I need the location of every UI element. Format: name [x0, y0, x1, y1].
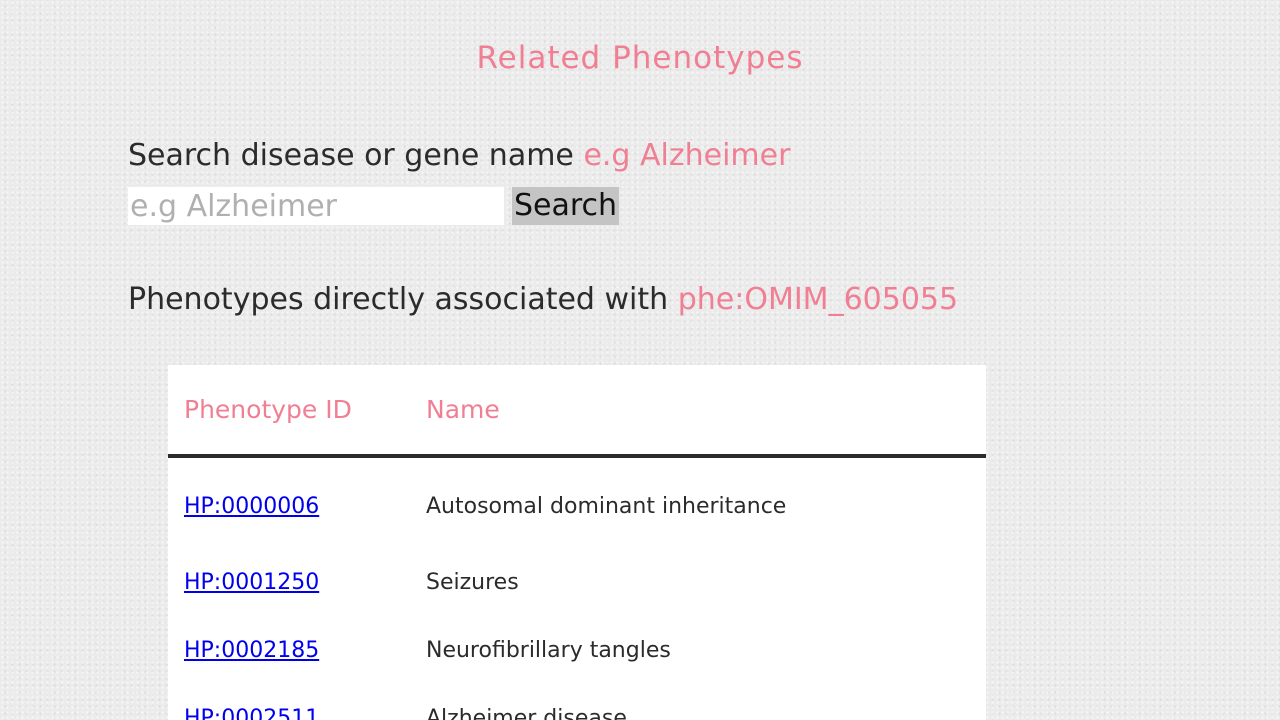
column-header-name: Name [410, 365, 986, 458]
phenotype-name-cell: Alzheimer disease [426, 705, 627, 720]
phenotype-id-link[interactable]: HP:0000006 [184, 494, 319, 519]
page-title: Related Phenotypes [476, 40, 804, 76]
results-heading-prefix: Phenotypes directly associated with [128, 282, 669, 317]
search-label: Search disease or gene name e.g Alzheime… [128, 138, 790, 173]
table-row: HP:0001250 Seizures [168, 548, 986, 616]
phenotype-name-cell: Seizures [426, 569, 519, 595]
phenotype-name-cell: Autosomal dominant inheritance [426, 493, 787, 519]
search-input[interactable] [128, 187, 504, 225]
search-label-example: e.g Alzheimer [583, 138, 791, 173]
phenotype-id-link[interactable]: HP:0001250 [184, 570, 319, 595]
phenotype-id-cell: HP:0002185 [168, 616, 410, 684]
results-heading: Phenotypes directly associated with phe:… [128, 282, 958, 317]
search-button[interactable]: Search [512, 187, 620, 225]
phenotype-id-link[interactable]: HP:0002511 [184, 706, 319, 720]
search-form: Search [128, 187, 620, 225]
table-row: HP:0000006 Autosomal dominant inheritanc… [168, 456, 986, 548]
search-label-text: Search disease or gene name [128, 138, 574, 173]
table-header-row: Phenotype ID Name [168, 365, 986, 458]
phenotype-id-cell: HP:0001250 [168, 548, 410, 616]
phenotype-id-cell: HP:0000006 [168, 456, 410, 548]
table-row: HP:0002511 Alzheimer disease [168, 684, 986, 720]
table-row: HP:0002185 Neurofibrillary tangles [168, 616, 986, 684]
results-entity-id: phe:OMIM_605055 [677, 282, 959, 317]
phenotype-name-cell: Neurofibrillary tangles [426, 637, 671, 663]
phenotype-id-cell: HP:0002511 [168, 684, 410, 720]
phenotype-table: Phenotype ID Name HP:0000006 Autosomal d… [168, 365, 986, 720]
phenotype-id-link[interactable]: HP:0002185 [184, 638, 319, 663]
column-header-phenotype-id: Phenotype ID [168, 365, 410, 458]
